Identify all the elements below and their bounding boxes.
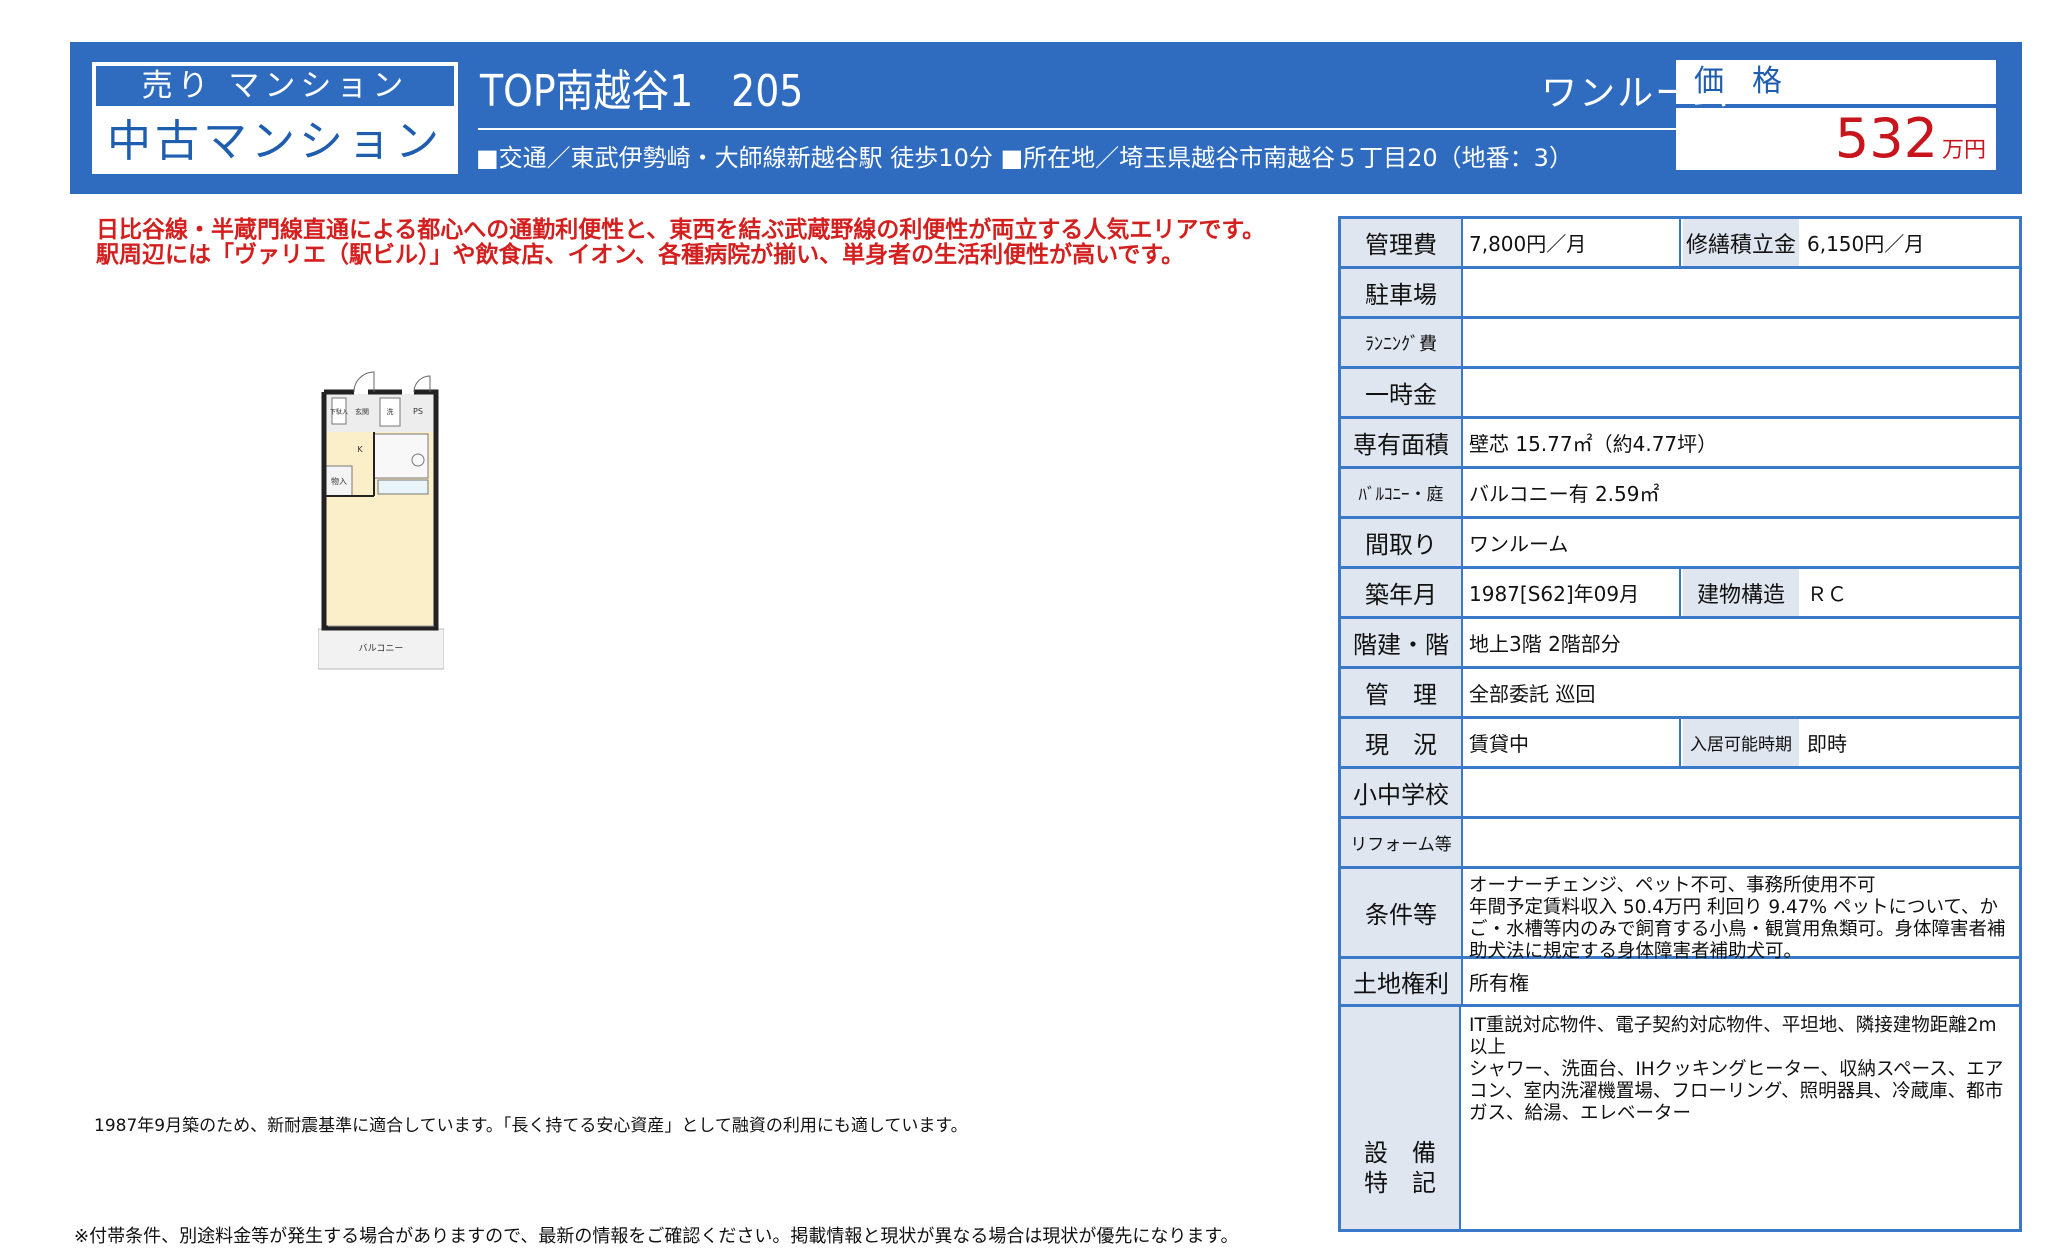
conditions-line-2: 年間予定賃料収入 50.4万円 利回り 9.47% ペットについて、かご・水槽等…	[1469, 897, 2006, 962]
spec-table: 管理費 7,800円／月 修繕積立金 6,150円／月 駐車場 ﾗﾝﾆﾝｸﾞ費 …	[1338, 216, 2022, 1232]
facilities-label-line-1: 設 備	[1364, 1139, 1436, 1167]
facilities-line-2: シャワー、洗面台、IHクッキングヒーター、収納スペース、エアコン、室内洗濯機置場…	[1469, 1059, 2004, 1124]
spec-row-balcony: ﾊﾞﾙｺﾆｰ・庭 バルコニー有 2.59㎡	[1341, 469, 2019, 519]
conditions-label: 条件等	[1341, 869, 1463, 956]
shoe-box-label: 下駄入	[330, 408, 348, 416]
floors-label: 階建・階	[1341, 619, 1463, 666]
spec-row-school: 小中学校	[1341, 769, 2019, 819]
running-cost-value	[1465, 319, 2019, 366]
wash-label: 洗	[387, 407, 394, 416]
spec-row-lump: 一時金	[1341, 369, 2019, 419]
balcony-garden-value: バルコニー有 2.59㎡	[1469, 482, 1660, 506]
school-label: 小中学校	[1341, 769, 1463, 816]
price-label: 価格	[1676, 60, 1996, 104]
layout-label: 間取り	[1341, 519, 1463, 566]
layout-value: ワンルーム	[1469, 532, 1569, 556]
floor-plan-drawing: バルコニー 下駄入 玄関 洗 PS K 物入	[317, 371, 445, 670]
management-label: 管 理	[1341, 669, 1463, 716]
move-in-label: 入居可能時期	[1683, 719, 1799, 766]
footer-disclaimer: ※付帯条件、別途料金等が発生する場合がありますので、最新の情報をご確認ください。…	[74, 1226, 1239, 1247]
spec-row-status: 現 況 賃貸中 入居可能時期 即時	[1341, 719, 2019, 769]
balcony-garden-label: ﾊﾞﾙｺﾆｰ・庭	[1341, 469, 1463, 516]
facilities-label-line-2: 特 記	[1364, 1169, 1436, 1197]
mgmt-fee-value: 7,800円／月	[1465, 219, 1681, 266]
conditions-line-1: オーナーチェンジ、ペット不可、事務所使用不可	[1469, 875, 1876, 896]
listing-type-box: 売り マンション 中古マンション	[92, 62, 458, 174]
bathtub	[377, 479, 429, 495]
built-date-value: 1987[S62]年09月	[1465, 569, 1681, 616]
spec-row-built: 築年月 1987[S62]年09月 建物構造 ＲＣ	[1341, 569, 2019, 619]
entrance-label: 玄関	[355, 407, 369, 416]
price-value-box: 532 万円	[1676, 108, 1996, 170]
spec-row-land: 土地権利 所有権	[1341, 959, 2019, 1007]
status-value: 賃貸中	[1465, 719, 1681, 766]
floors-value: 地上3階 2階部分	[1469, 632, 1621, 656]
storage-label: 物入	[331, 476, 347, 486]
land-rights-value: 所有権	[1469, 971, 1529, 995]
spec-row-reform: リフォーム等	[1341, 819, 2019, 869]
conditions-value: オーナーチェンジ、ペット不可、事務所使用不可 年間予定賃料収入 50.4万円 利…	[1465, 869, 2019, 962]
spec-row-running: ﾗﾝﾆﾝｸﾞ費	[1341, 319, 2019, 369]
spec-row-area: 専有面積 壁芯 15.77㎡（約4.77坪）	[1341, 419, 2019, 469]
floor-area-label: 専有面積	[1341, 419, 1463, 466]
price-value: 532	[1834, 107, 1938, 170]
lump-sum-label: 一時金	[1341, 369, 1463, 416]
spec-row-facilities: 設 備 特 記 IT重説対応物件、電子契約対応物件、平坦地、隣接建物距離2m以上…	[1341, 1007, 2019, 1229]
floor-plan: バルコニー 下駄入 玄関 洗 PS K 物入	[317, 354, 445, 672]
reform-label: リフォーム等	[1341, 819, 1463, 866]
price-unit: 万円	[1941, 138, 1986, 163]
repair-reserve-label: 修繕積立金	[1683, 219, 1799, 266]
lump-sum-value	[1465, 369, 2019, 416]
listing-header: 売り マンション 中古マンション TOP南越谷1 205 ワンルーム ■交通／東…	[70, 42, 2022, 194]
spec-row-fees: 管理費 7,800円／月 修繕積立金 6,150円／月	[1341, 219, 2019, 269]
entrance-door-swing	[353, 371, 375, 393]
structure-value: ＲＣ	[1807, 582, 1847, 606]
property-title: TOP南越谷1 205	[480, 66, 804, 117]
spec-row-madori: 間取り ワンルーム	[1341, 519, 2019, 569]
management-value: 全部委託 巡回	[1469, 682, 1596, 706]
bathroom	[373, 433, 429, 479]
facilities-line-1: IT重説対応物件、電子契約対応物件、平坦地、隣接建物距離2m以上	[1469, 1015, 1997, 1058]
parking-value	[1465, 269, 2019, 316]
repair-reserve-value: 6,150円／月	[1807, 232, 1925, 256]
structure-label: 建物構造	[1683, 569, 1799, 616]
floor-area-value: 壁芯 15.77㎡（約4.77坪）	[1469, 432, 1718, 456]
listing-type-bottom: 中古マンション	[107, 116, 443, 167]
spec-row-management: 管 理 全部委託 巡回	[1341, 669, 2019, 719]
mgmt-fee-label: 管理費	[1341, 219, 1463, 266]
spec-row-conditions: 条件等 オーナーチェンジ、ペット不可、事務所使用不可 年間予定賃料収入 50.4…	[1341, 869, 2019, 962]
price-box: 価格 532 万円	[1676, 60, 2000, 172]
appeal-text: 日比谷線・半蔵門線直通による都心への通勤利便性と、東西を結ぶ武蔵野線の利便性が両…	[96, 217, 1266, 268]
running-cost-label: ﾗﾝﾆﾝｸﾞ費	[1341, 319, 1463, 366]
school-value	[1465, 769, 2019, 816]
move-in-value: 即時	[1807, 732, 1847, 756]
main-room	[326, 494, 434, 626]
ps-label: PS	[413, 407, 423, 416]
header-divider	[478, 128, 1732, 130]
built-date-label: 築年月	[1341, 569, 1463, 616]
balcony-label: バルコニー	[359, 643, 404, 654]
facilities-value: IT重説対応物件、電子契約対応物件、平坦地、隣接建物距離2m以上 シャワー、洗面…	[1465, 1007, 2019, 1229]
reform-value	[1465, 819, 2019, 866]
spec-row-parking: 駐車場	[1341, 269, 2019, 319]
land-rights-label: 土地権利	[1341, 959, 1463, 1004]
listing-type-top: 売り マンション	[96, 66, 454, 106]
parking-label: 駐車場	[1341, 269, 1463, 316]
kitchen-label: K	[357, 445, 363, 454]
facilities-label: 設 備 特 記	[1341, 1007, 1461, 1229]
access-location: ■交通／東武伊勢崎・大師線新越谷駅 徒歩10分 ■所在地／埼玉県越谷市南越谷５丁…	[476, 144, 1573, 172]
building-note: 1987年9月築のため、新耐震基準に適合しています。「長く持てる安心資産」として…	[94, 1116, 968, 1136]
spec-row-floors: 階建・階 地上3階 2階部分	[1341, 619, 2019, 669]
status-label: 現 況	[1341, 719, 1463, 766]
